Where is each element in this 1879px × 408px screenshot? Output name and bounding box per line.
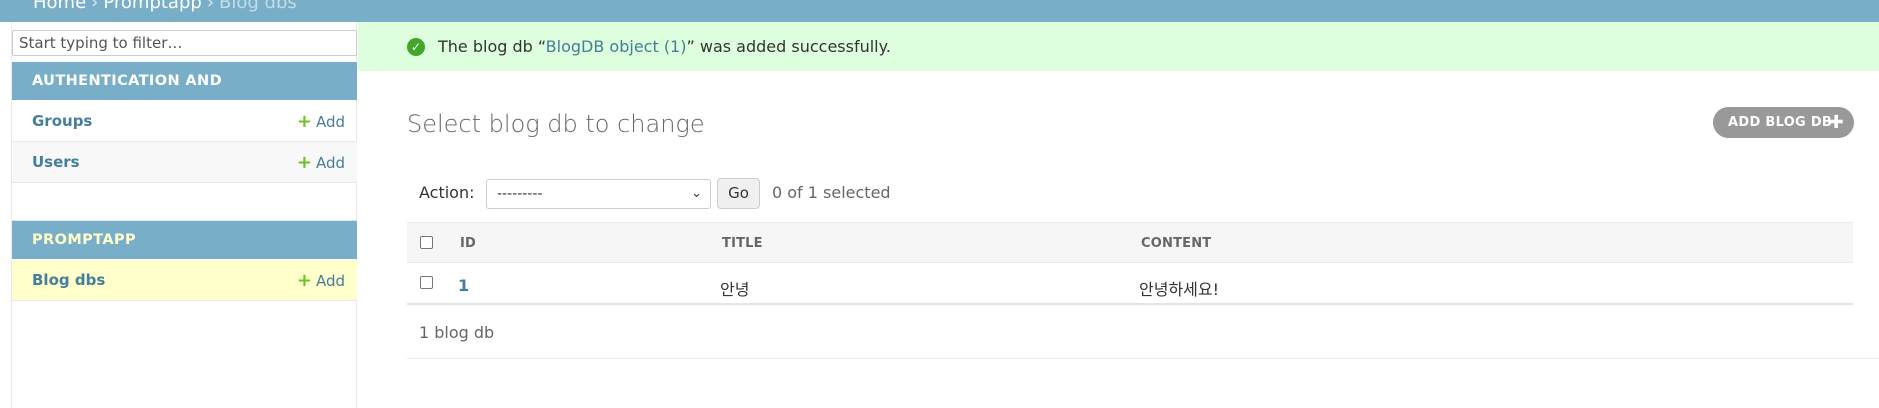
select-all-checkbox[interactable] xyxy=(420,236,433,249)
add-label: Add xyxy=(315,272,345,290)
selection-counter: 0 of 1 selected xyxy=(772,183,891,202)
check-circle-icon: ✓ xyxy=(407,38,425,56)
plus-icon: + xyxy=(296,111,312,132)
action-select[interactable]: --------- ⌄ xyxy=(486,179,711,209)
groups-link[interactable]: Groups xyxy=(32,101,92,142)
message-suffix: ” was added successfully. xyxy=(686,37,891,56)
add-button-label: ADD BLOG DB xyxy=(1728,115,1833,130)
go-button[interactable]: Go xyxy=(717,178,760,209)
nav-filter-input[interactable] xyxy=(12,30,357,56)
sidebar-spacer xyxy=(12,183,357,221)
message-text: The blog db “BlogDB object (1)” was adde… xyxy=(438,37,891,56)
breadcrumb-home-link[interactable]: Home xyxy=(33,0,86,13)
chevron-down-icon: ⌄ xyxy=(691,186,702,201)
add-group-link[interactable]: + Add xyxy=(297,101,345,143)
breadcrumb-separator: › xyxy=(206,0,215,13)
breadcrumb: Home › Promptapp › Blog dbs xyxy=(0,0,1879,22)
message-prefix: The blog db “ xyxy=(438,37,546,56)
paginator: 1 blog db xyxy=(407,306,1879,359)
message-object-link[interactable]: BlogDB object (1) xyxy=(546,37,687,56)
action-label: Action: xyxy=(419,183,475,202)
add-blog-db-link[interactable]: + Add xyxy=(297,260,345,302)
row-content: 안녕하세요! xyxy=(1139,280,1220,299)
add-user-link[interactable]: + Add xyxy=(297,142,345,184)
sidebar-nav: AUTHENTICATION AND AUTHORIZATION Groups … xyxy=(11,22,357,408)
table-header: ID TITLE CONTENT xyxy=(407,222,1853,263)
sidebar-item-groups: Groups + Add xyxy=(12,101,357,142)
breadcrumb-separator: › xyxy=(91,0,99,13)
sidebar-item-blog-dbs: Blog dbs + Add xyxy=(12,260,357,301)
users-link[interactable]: Users xyxy=(32,142,80,183)
table-row: 1 안녕 안녕하세요! xyxy=(407,263,1853,305)
breadcrumb-app-link[interactable]: Promptapp xyxy=(103,0,201,13)
plus-icon: ✚ xyxy=(1828,112,1844,133)
action-selected-option: --------- xyxy=(497,186,543,202)
app-caption-auth[interactable]: AUTHENTICATION AND AUTHORIZATION xyxy=(12,62,357,127)
blog-dbs-link[interactable]: Blog dbs xyxy=(32,260,105,301)
sidebar-item-users: Users + Add xyxy=(12,142,357,183)
row-select-checkbox[interactable] xyxy=(420,276,433,289)
row-title: 안녕 xyxy=(720,280,750,299)
add-label: Add xyxy=(315,154,345,172)
app-caption-promptapp[interactable]: PROMPTAPP xyxy=(12,221,357,259)
plus-icon: + xyxy=(296,152,312,173)
page-title: Select blog db to change xyxy=(407,110,705,138)
plus-icon: + xyxy=(296,270,312,291)
success-message: ✓ The blog db “BlogDB object (1)” was ad… xyxy=(358,22,1879,71)
breadcrumb-current: Blog dbs xyxy=(219,0,297,13)
row-id-link[interactable]: 1 xyxy=(458,276,469,295)
add-label: Add xyxy=(315,113,345,131)
add-blog-db-button[interactable]: ADD BLOG DB ✚ xyxy=(1713,107,1854,138)
column-header-id[interactable]: ID xyxy=(460,236,476,251)
column-header-title[interactable]: TITLE xyxy=(722,236,763,251)
column-header-content[interactable]: CONTENT xyxy=(1141,236,1211,251)
